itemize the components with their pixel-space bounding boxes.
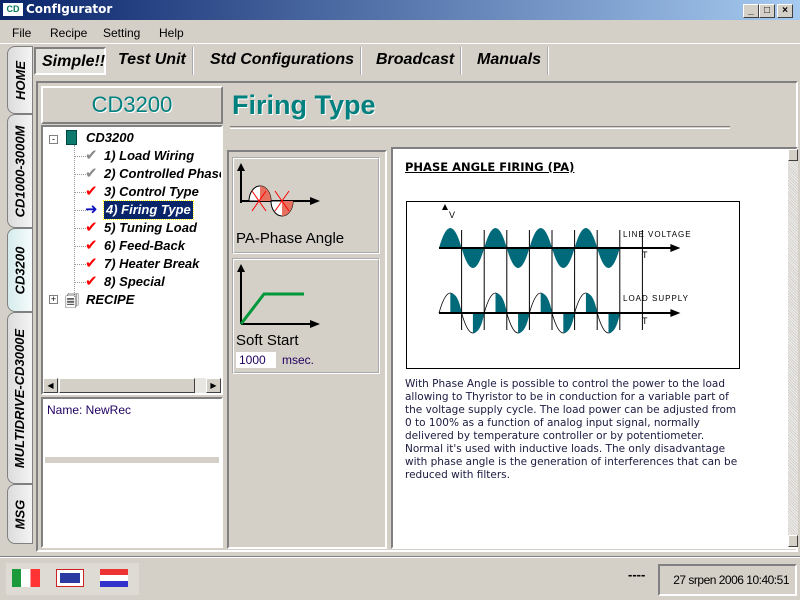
- diagram-t-label-2: T: [642, 316, 648, 326]
- tree-recipe[interactable]: RECIPE: [86, 291, 134, 309]
- diagram-line-voltage-label: LINE VOLTAGE: [623, 230, 692, 239]
- side-tab-msg[interactable]: MSG: [7, 484, 33, 544]
- scroll-right-button[interactable]: ▶: [206, 378, 221, 393]
- side-tab-label: MULTIDRIVE-CD3000E: [12, 328, 28, 468]
- phase-angle-icon: [237, 163, 320, 217]
- configuration-tree: - CD3200 ✔ 1) Load Wiring ✔ 2) Controlled P…: [41, 125, 223, 395]
- side-tab-label: CD3200: [12, 246, 28, 294]
- side-tab-home[interactable]: HOME: [7, 46, 33, 114]
- tree-root[interactable]: CD3200: [86, 129, 134, 147]
- side-tab-label: HOME: [12, 60, 28, 100]
- vertical-scrollbar[interactable]: [788, 149, 798, 547]
- phase-angle-button[interactable]: PA-Phase Angle: [232, 157, 380, 254]
- check-icon: ✔: [85, 273, 98, 290]
- phase-angle-diagram: V LINE VOLTAGE T LOAD SUPPLY T: [406, 201, 740, 369]
- side-tab-cd1000-3000m[interactable]: CD1000-3000M: [7, 114, 33, 228]
- menu-setting[interactable]: Setting: [103, 26, 140, 40]
- soft-start-icon: [237, 264, 320, 328]
- tree-item[interactable]: 3) Control Type: [104, 183, 199, 201]
- side-tab-label: CD1000-3000M: [12, 125, 28, 217]
- recipe-name: Name: NewRec: [47, 403, 132, 417]
- tab-manuals[interactable]: Manuals: [471, 47, 550, 75]
- diagram-v-label: V: [449, 210, 456, 220]
- tree-item[interactable]: 4) Firing Type: [103, 200, 194, 220]
- content-body: With Phase Angle is possible to control …: [405, 378, 738, 481]
- firing-waveform-chart: [438, 204, 681, 334]
- tab-test-unit[interactable]: Test Unit: [112, 47, 194, 75]
- tree-item[interactable]: 1) Load Wiring: [104, 147, 194, 165]
- italian-flag-icon[interactable]: [12, 569, 40, 587]
- side-tab-cd3200[interactable]: CD3200: [7, 228, 33, 312]
- tree-item[interactable]: 5) Tuning Load: [104, 219, 197, 237]
- check-icon: ✔: [85, 237, 98, 254]
- tree-item[interactable]: 7) Heater Break: [104, 255, 199, 273]
- device-title: CD3200: [41, 86, 223, 124]
- scroll-up-button[interactable]: [788, 149, 798, 161]
- menu-file[interactable]: File: [12, 26, 31, 40]
- expand-icon[interactable]: +: [49, 295, 58, 304]
- horizontal-scrollbar[interactable]: ◀ ▶: [43, 378, 221, 393]
- options-panel: PA-Phase Angle Soft Start 1000 msec.: [227, 150, 387, 549]
- side-tab-multidrive-cd3000e[interactable]: MULTIDRIVE-CD3000E: [7, 312, 33, 484]
- check-icon: ✔: [85, 147, 98, 164]
- window-title: ConfIgurator: [26, 2, 113, 16]
- status-datetime: 27 srpen 2006 10:40:51: [658, 564, 797, 596]
- tab-std-configurations[interactable]: Std Configurations: [204, 47, 362, 75]
- title-bar: CD ConfIgurator _ □ ×: [0, 0, 800, 20]
- scroll-down-button[interactable]: [788, 535, 798, 547]
- recipe-icon: 🗐: [65, 293, 79, 309]
- tree-item[interactable]: 6) Feed-Back: [104, 237, 185, 255]
- minimize-button[interactable]: _: [743, 4, 759, 18]
- check-icon: ✔: [85, 183, 98, 200]
- menu-recipe[interactable]: Recipe: [50, 26, 87, 40]
- dutch-flag-icon[interactable]: [100, 569, 128, 587]
- app-logo: CD: [3, 3, 23, 16]
- english-flag-icon[interactable]: [56, 569, 84, 587]
- soft-start-button[interactable]: Soft Start 1000 msec.: [232, 258, 380, 374]
- scroll-left-button[interactable]: ◀: [43, 378, 58, 393]
- check-icon: ✔: [85, 165, 98, 182]
- side-tab-label: MSG: [12, 499, 28, 529]
- collapse-icon[interactable]: -: [49, 135, 58, 144]
- tree-item[interactable]: 8) Special: [104, 273, 165, 291]
- soft-start-unit: msec.: [282, 353, 315, 367]
- status-indicator: ----: [628, 567, 646, 582]
- arrow-icon: ➜: [85, 201, 98, 218]
- check-icon: ✔: [85, 219, 98, 236]
- menu-bar: File Recipe Setting Help: [0, 22, 800, 42]
- language-selector: [6, 563, 139, 595]
- content-heading: PHASE ANGLE FIRING (PA): [405, 160, 575, 174]
- description-panel: PHASE ANGLE FIRING (PA) V LINE VOLTAGE T…: [391, 147, 798, 549]
- page-title: Firing Type: [232, 90, 376, 120]
- menu-help[interactable]: Help: [159, 26, 184, 40]
- diagram-t-label: T: [642, 250, 648, 260]
- soft-start-time-input[interactable]: 1000: [236, 352, 276, 368]
- close-button[interactable]: ×: [777, 4, 793, 18]
- recipe-info-box: Name: NewRec: [41, 397, 223, 548]
- diagram-load-supply-label: LOAD SUPPLY: [623, 294, 689, 303]
- soft-start-label: Soft Start: [236, 332, 299, 349]
- tab-broadcast[interactable]: Broadcast: [370, 47, 463, 75]
- check-icon: ✔: [85, 255, 98, 272]
- tab-simple[interactable]: Simple!!: [34, 47, 106, 75]
- tree-item[interactable]: 2) Controlled Phase: [104, 165, 221, 183]
- scroll-thumb[interactable]: [59, 378, 195, 393]
- device-icon: [66, 130, 77, 145]
- maximize-button[interactable]: □: [759, 4, 775, 18]
- phase-angle-label: PA-Phase Angle: [236, 230, 345, 247]
